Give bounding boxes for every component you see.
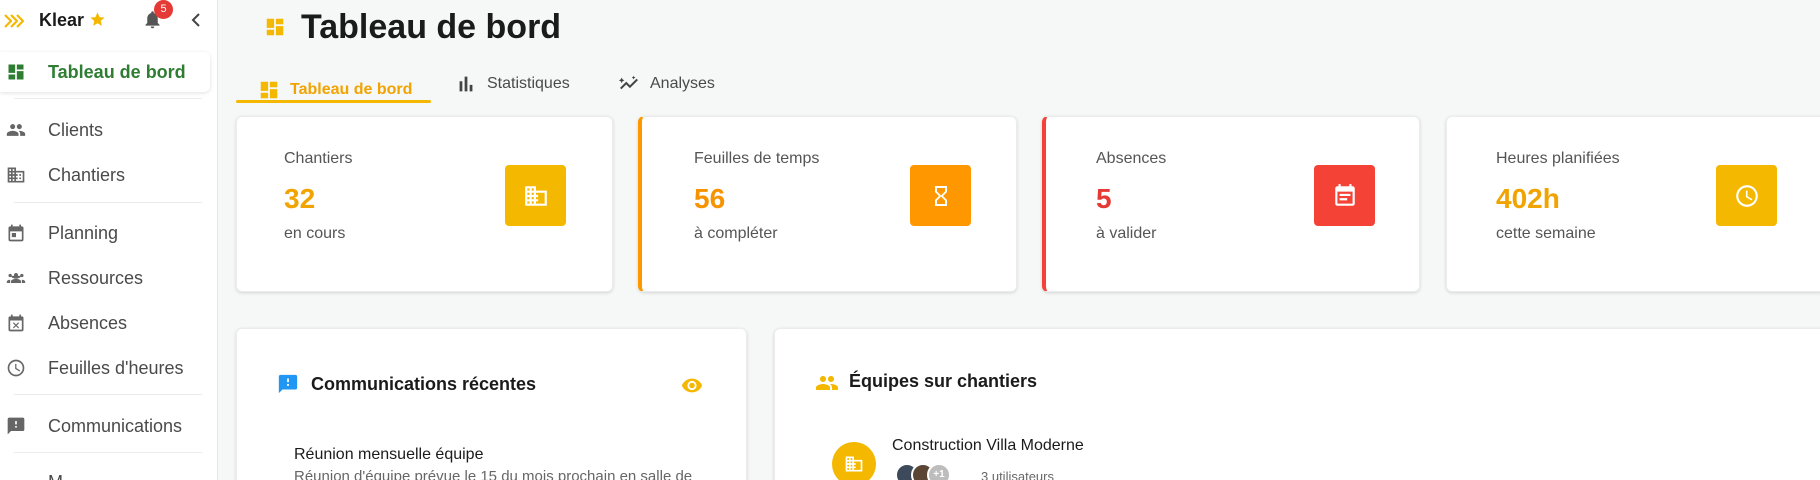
sidebar-item-absences[interactable]: Absences: [0, 303, 210, 343]
message-alert-icon: [278, 374, 298, 394]
stat-card-feuilles-temps[interactable]: Feuilles de temps 56 à compléter: [638, 116, 1017, 292]
groups-icon: [6, 273, 26, 283]
avatar-overflow-count: +1: [927, 463, 951, 480]
calendar-icon: [8, 224, 24, 242]
building-icon: [505, 165, 566, 226]
sidebar-item-label: Tableau de bord: [48, 61, 186, 82]
eye-icon[interactable]: [681, 374, 703, 396]
people-icon: [816, 376, 838, 390]
stat-sub: cette semaine: [1496, 225, 1596, 242]
communication-item-title: Réunion mensuelle équipe: [294, 446, 484, 463]
stat-label: Heures planifiées: [1496, 150, 1620, 167]
tab-statistiques[interactable]: Statistiques: [455, 64, 570, 104]
tab-dashboard[interactable]: Tableau de bord: [258, 70, 412, 110]
sidebar-item-label: Ressources: [48, 267, 144, 288]
sidebar-item-planning[interactable]: Planning: [0, 213, 210, 253]
building-icon: [7, 167, 25, 183]
tab-label: Statistiques: [487, 75, 570, 92]
site-name: Construction Villa Moderne: [892, 437, 1084, 454]
message-alert-icon: [7, 417, 25, 435]
dashboard-icon: [8, 64, 24, 80]
active-tab-indicator: [236, 100, 431, 103]
people-icon: [6, 124, 26, 136]
sidebar-item-label: Chantiers: [48, 164, 126, 185]
communications-panel: Communications récentes Réunion mensuell…: [236, 328, 747, 480]
bar-chart-icon: [459, 76, 473, 92]
sidebar-divider: [14, 202, 202, 203]
notification-badge: 5: [154, 0, 173, 19]
sidebar-item-label: Feuilles d'heures: [48, 357, 184, 378]
stat-label: Feuilles de temps: [694, 150, 820, 167]
stat-value: 402h: [1496, 183, 1560, 214]
sidebar-item-more[interactable]: M...: [0, 462, 210, 480]
calendar-x-icon: [8, 314, 24, 332]
site-users-count: 3 utilisateurs: [981, 469, 1054, 480]
sidebar-item-label: M...: [48, 472, 78, 480]
stat-value: 56: [694, 183, 726, 214]
teams-panel: Équipes sur chantiers Construction Villa…: [774, 328, 1820, 480]
sidebar-item-label: Communications: [48, 415, 183, 436]
stat-card-heures-planifiees[interactable]: Heures planifiées 402h cette semaine: [1446, 116, 1820, 292]
collapse-sidebar-chevron-icon[interactable]: [188, 10, 204, 30]
analytics-icon: [618, 75, 638, 90]
stat-label: Chantiers: [284, 150, 353, 167]
stat-value: 5: [1096, 183, 1112, 214]
building-icon: [832, 442, 876, 480]
sidebar: Klear 5 Tableau de bord Clients Chantier…: [0, 0, 218, 480]
brand-header: Klear 5: [0, 0, 218, 42]
sidebar-divider: [14, 394, 202, 395]
clock-icon: [1716, 165, 1777, 226]
communications-title: Communications récentes: [311, 374, 537, 394]
sidebar-item-chantiers[interactable]: Chantiers: [0, 155, 210, 195]
dashboard-icon: [266, 18, 284, 36]
stat-sub: à valider: [1096, 225, 1157, 242]
sidebar-item-label: Clients: [48, 119, 104, 140]
dashboard-icon: [260, 81, 278, 99]
app-name: Klear: [39, 10, 85, 30]
sidebar-item-communications[interactable]: Communications: [0, 406, 210, 446]
teams-title: Équipes sur chantiers: [849, 371, 1038, 391]
page-title: Tableau de bord: [301, 8, 562, 46]
sidebar-item-dashboard[interactable]: Tableau de bord: [0, 52, 210, 92]
stat-card-absences[interactable]: Absences 5 à valider: [1042, 116, 1420, 292]
tab-label: Tableau de bord: [290, 81, 413, 98]
sidebar-divider: [14, 98, 202, 99]
event-note-icon: [1314, 165, 1375, 226]
stat-value: 32: [284, 183, 316, 214]
tab-analyses[interactable]: Analyses: [618, 64, 715, 104]
sidebar-item-label: Planning: [48, 222, 119, 243]
tab-label: Analyses: [650, 75, 715, 92]
klear-logo-icon: [4, 14, 25, 28]
clock-icon: [7, 359, 25, 377]
star-icon: [90, 12, 105, 26]
sidebar-item-clients[interactable]: Clients: [0, 110, 210, 150]
sidebar-item-feuilles-heures[interactable]: Feuilles d'heures: [0, 348, 210, 388]
sidebar-item-label: Absences: [48, 312, 128, 333]
stat-card-chantiers[interactable]: Chantiers 32 en cours: [236, 116, 613, 292]
stat-sub: à compléter: [694, 225, 778, 242]
hourglass-icon: [910, 165, 971, 226]
stat-label: Absences: [1096, 150, 1167, 167]
sidebar-item-ressources[interactable]: Ressources: [0, 258, 210, 298]
stat-sub: en cours: [284, 225, 346, 242]
communication-item-description: Réunion d'équipe prévue le 15 du mois pr…: [294, 468, 693, 480]
sidebar-divider: [14, 452, 202, 453]
